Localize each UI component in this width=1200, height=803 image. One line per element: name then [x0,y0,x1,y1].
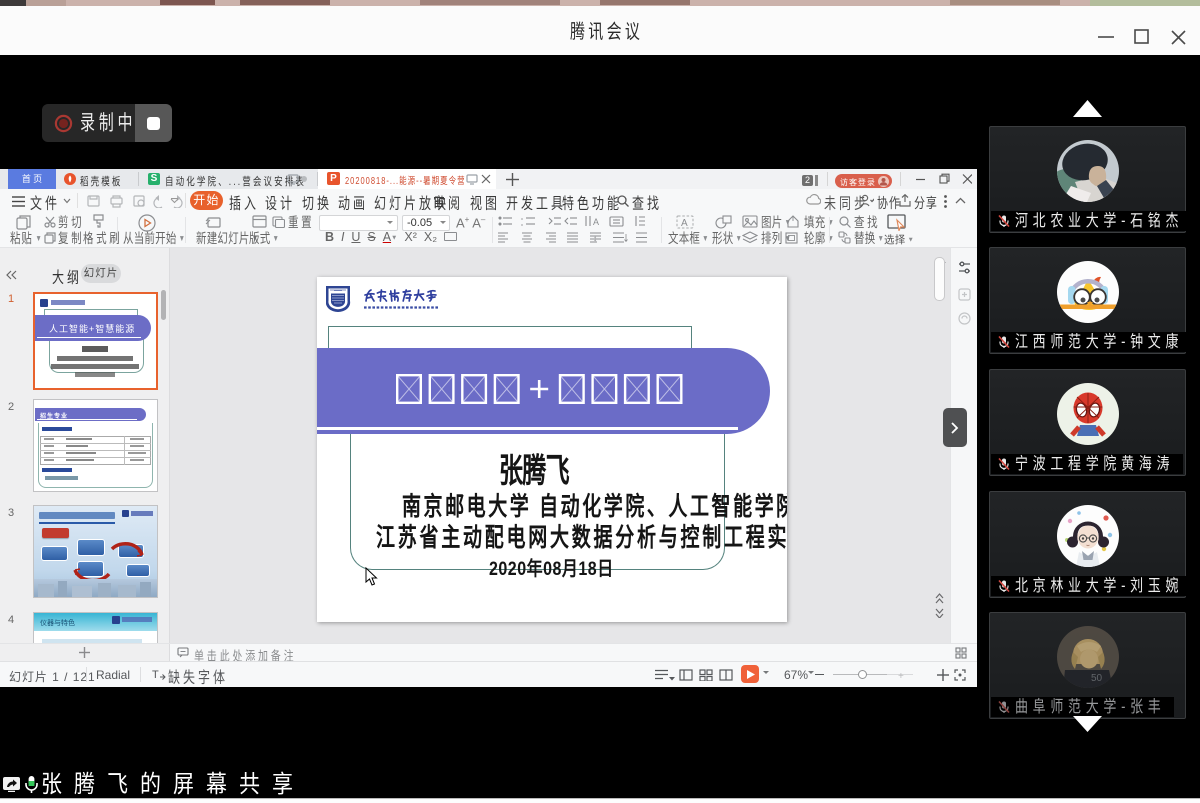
svg-text:T: T [152,669,159,680]
svg-text:50: 50 [1091,673,1103,684]
svg-text:A: A [593,217,599,227]
svg-text:A: A [681,218,688,229]
svg-text:↕: ↕ [593,234,597,243]
